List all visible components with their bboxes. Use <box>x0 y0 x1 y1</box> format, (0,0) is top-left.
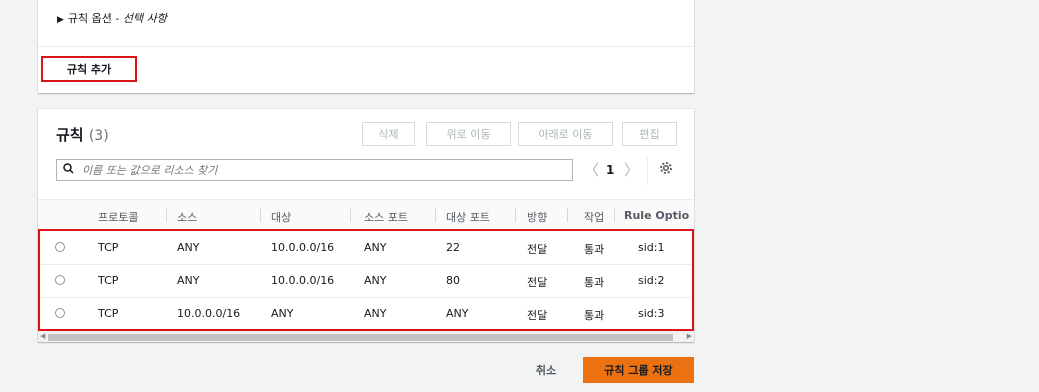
rule-options-optional: 선택 사항 <box>122 12 167 25</box>
rule-options-label: 규칙 옵션 <box>67 12 112 25</box>
rules-panel: 규칙 (3) 삭제 위로 이동 아래로 이동 편집 〈 1 〉 프로토콜 소스 … <box>38 109 694 342</box>
cell-destination: 10.0.0.0/16 <box>271 241 335 254</box>
col-source[interactable]: 소스 <box>177 209 197 225</box>
col-separator <box>567 208 568 222</box>
cell-destination: ANY <box>271 307 294 320</box>
scroll-left-icon[interactable]: ◀ <box>40 332 45 340</box>
current-page[interactable]: 1 <box>606 163 614 177</box>
cell-protocol: TCP <box>98 241 119 254</box>
col-separator <box>166 208 167 222</box>
table-row[interactable]: TCP ANY 10.0.0.0/16 ANY 22 전달 통과 sid:1 <box>40 231 692 265</box>
row-radio[interactable] <box>55 275 65 285</box>
cell-action: 통과 <box>584 243 605 256</box>
cell-source-port: ANY <box>364 307 387 320</box>
rules-count: (3) <box>88 128 109 144</box>
search-box <box>56 159 573 181</box>
rules-table-body: TCP ANY 10.0.0.0/16 ANY 22 전달 통과 sid:1 T… <box>38 229 694 331</box>
search-input[interactable] <box>80 162 544 178</box>
col-action[interactable]: 작업 <box>584 209 604 225</box>
cell-protocol: TCP <box>98 274 119 287</box>
rules-header: 규칙 (3) <box>56 124 109 145</box>
col-destination[interactable]: 대상 <box>271 209 291 225</box>
cell-direction: 전달 <box>527 309 548 322</box>
rule-options-panel: ▶ 규칙 옵션 - 선택 사항 규칙 추가 <box>38 0 694 93</box>
cell-action: 통과 <box>584 309 605 322</box>
caret-right-icon: ▶ <box>57 15 64 25</box>
cell-destination-port: 22 <box>446 241 460 254</box>
delete-button[interactable]: 삭제 <box>362 122 415 146</box>
col-rule-options[interactable]: Rule Optio <box>624 209 689 222</box>
col-protocol[interactable]: 프로토콜 <box>98 209 138 225</box>
cell-rule-options: sid:3 <box>638 307 665 320</box>
cell-rule-options: sid:2 <box>638 274 665 287</box>
pager-divider <box>647 157 648 185</box>
col-source-port[interactable]: 소스 포트 <box>364 209 408 225</box>
col-direction[interactable]: 방향 <box>527 209 547 225</box>
cell-source-port: ANY <box>364 241 387 254</box>
table-row[interactable]: TCP ANY 10.0.0.0/16 ANY 80 전달 통과 sid:2 <box>40 264 692 298</box>
rule-options-separator: - <box>111 12 123 25</box>
cell-source: ANY <box>177 274 200 287</box>
move-up-button[interactable]: 위로 이동 <box>426 122 511 146</box>
cell-source: 10.0.0.0/16 <box>177 307 241 320</box>
cell-destination-port: 80 <box>446 274 460 287</box>
rule-options-expander[interactable]: ▶ 규칙 옵션 - 선택 사항 <box>57 10 167 26</box>
divider <box>38 46 694 47</box>
cell-source-port: ANY <box>364 274 387 287</box>
next-page-icon[interactable]: 〉 <box>624 159 639 180</box>
col-separator <box>260 208 261 222</box>
row-radio[interactable] <box>55 242 65 252</box>
save-rule-group-button[interactable]: 규칙 그룹 저장 <box>583 357 694 383</box>
row-radio[interactable] <box>55 308 65 318</box>
cell-rule-options: sid:1 <box>638 241 665 254</box>
col-separator <box>614 208 615 222</box>
cell-destination: 10.0.0.0/16 <box>271 274 335 287</box>
prev-page-icon[interactable]: 〈 <box>584 159 599 180</box>
col-separator <box>350 208 351 222</box>
gear-icon[interactable] <box>659 161 673 179</box>
col-destination-port[interactable]: 대상 포트 <box>446 209 490 225</box>
add-rule-button[interactable]: 규칙 추가 <box>41 56 137 82</box>
col-separator <box>515 208 516 222</box>
scrollbar-thumb[interactable] <box>48 334 673 341</box>
cell-destination-port: ANY <box>446 307 469 320</box>
table-header: 프로토콜 소스 대상 소스 포트 대상 포트 방향 작업 Rule Optio <box>38 199 694 231</box>
scroll-right-icon[interactable]: ▶ <box>687 332 692 340</box>
cell-action: 통과 <box>584 276 605 289</box>
rules-title: 규칙 <box>56 126 84 144</box>
cell-direction: 전달 <box>527 276 548 289</box>
horizontal-scrollbar[interactable]: ◀ ▶ <box>38 331 694 342</box>
cell-direction: 전달 <box>527 243 548 256</box>
cell-protocol: TCP <box>98 307 119 320</box>
move-down-button[interactable]: 아래로 이동 <box>518 122 613 146</box>
edit-button[interactable]: 편집 <box>622 122 677 146</box>
cell-source: ANY <box>177 241 200 254</box>
table-row[interactable]: TCP 10.0.0.0/16 ANY ANY ANY 전달 통과 sid:3 <box>40 297 692 330</box>
cancel-button[interactable]: 취소 <box>526 358 566 382</box>
col-separator <box>435 208 436 222</box>
search-icon <box>63 163 74 177</box>
